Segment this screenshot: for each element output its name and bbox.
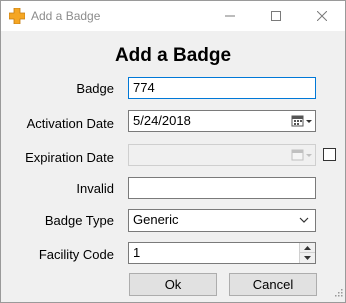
- caret-down-icon: [304, 256, 311, 260]
- spinner: [299, 243, 315, 263]
- expiration-date-checkbox[interactable]: [323, 148, 336, 161]
- facility-code-stepper[interactable]: 1: [128, 242, 316, 264]
- invalid-input[interactable]: [128, 177, 316, 199]
- activation-date-picker[interactable]: 5/24/2018: [128, 110, 316, 132]
- activation-date-value: 5/24/2018: [133, 113, 191, 128]
- expiration-date-label: Expiration Date: [25, 150, 114, 165]
- dialog-heading: Add a Badge: [114, 45, 232, 66]
- badge-input[interactable]: 774: [128, 77, 316, 99]
- plus-cross-icon: [8, 7, 26, 25]
- badge-type-select[interactable]: Generic: [128, 209, 316, 232]
- calendar-dropdown-button[interactable]: [291, 114, 313, 128]
- badge-input-value: 774: [133, 80, 155, 95]
- invalid-label: Invalid: [76, 181, 114, 196]
- caret-up-icon: [304, 245, 311, 250]
- expiration-date-picker: [128, 144, 316, 166]
- badge-type-value: Generic: [133, 212, 179, 227]
- dialog-window: Add a Badge Add a Badge Badge 774 Activa…: [0, 0, 346, 303]
- cancel-button[interactable]: Cancel: [229, 273, 317, 296]
- maximize-button[interactable]: [253, 1, 299, 31]
- minimize-button[interactable]: [207, 1, 253, 31]
- close-icon: [317, 11, 327, 21]
- ok-button[interactable]: Ok: [129, 273, 217, 296]
- badge-label: Badge: [76, 81, 114, 96]
- calendar-icon: [291, 115, 312, 127]
- badge-type-label: Badge Type: [44, 213, 114, 228]
- calendar-dropdown-button-disabled: [291, 148, 313, 162]
- spin-down-button[interactable]: [300, 253, 315, 263]
- maximize-icon: [271, 11, 281, 21]
- activation-date-label: Activation Date: [26, 116, 114, 131]
- spin-up-button[interactable]: [300, 243, 315, 253]
- resize-grip-icon[interactable]: [333, 285, 343, 300]
- facility-code-value: 1: [133, 245, 141, 260]
- title-bar[interactable]: Add a Badge: [1, 1, 345, 31]
- close-button[interactable]: [299, 1, 345, 31]
- window-title: Add a Badge: [31, 9, 101, 23]
- facility-code-label: Facility Code: [38, 247, 114, 262]
- calendar-icon: [291, 149, 312, 161]
- minimize-icon: [225, 15, 235, 17]
- dialog-content: Add a Badge Badge 774 Activation Date 5/…: [1, 31, 345, 302]
- chevron-down-icon: [299, 214, 309, 228]
